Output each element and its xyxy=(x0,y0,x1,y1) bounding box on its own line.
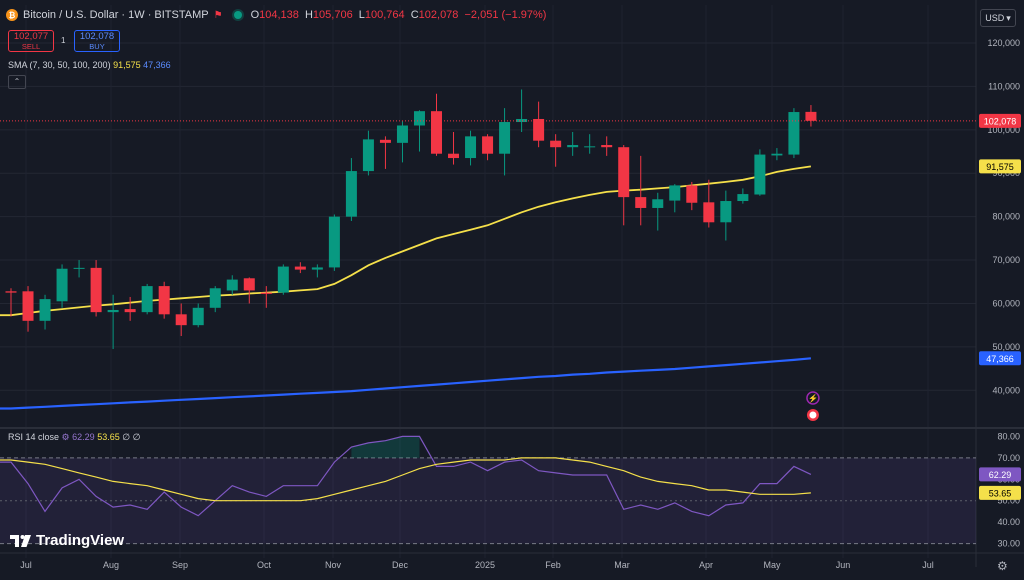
candle-down xyxy=(431,111,442,154)
sma-long-line xyxy=(0,357,812,410)
price-tick-label: 40,000 xyxy=(992,385,1020,395)
ohlc-values: O104,138 H105,706 L100,764 C102,078 −2,0… xyxy=(250,9,547,21)
price-tick-label: 110,000 xyxy=(988,81,1020,91)
price-change: −2,051 (−1.97%) xyxy=(464,9,547,21)
collapse-legend-button[interactable]: ⌃ xyxy=(8,75,26,89)
rsi-tick-label: 40.00 xyxy=(997,517,1020,527)
candle-up xyxy=(311,267,323,270)
rsi-tick-label: 80.00 xyxy=(997,431,1020,441)
candle-up xyxy=(107,309,119,313)
price-tick-label: 70,000 xyxy=(992,255,1020,265)
flag-icon[interactable]: ⚑ xyxy=(214,10,223,21)
candle-up xyxy=(362,139,374,172)
candle-up xyxy=(567,145,579,148)
tradingview-logo: TradingView xyxy=(10,532,124,549)
rsi-overbought-fill xyxy=(351,436,420,458)
candle-up xyxy=(754,154,766,195)
symbol-title[interactable]: Bitcoin / U.S. Dollar · 1W · BITSTAMP xyxy=(23,9,209,21)
rsi-tick-label: 70.00 xyxy=(997,453,1020,463)
candle-down xyxy=(550,140,562,148)
candle-down xyxy=(533,118,545,141)
candle-up xyxy=(73,267,85,269)
candle-down xyxy=(124,309,136,313)
last-price-tag: 102,078 xyxy=(984,116,1017,126)
rsi-tick-label: 30.00 xyxy=(997,539,1020,549)
price-chart[interactable]: 120,000110,000100,00090,00080,00070,0006… xyxy=(0,0,1024,580)
candle-up xyxy=(277,266,289,293)
candle-down xyxy=(686,185,698,203)
candle-down xyxy=(448,153,460,159)
candle-down xyxy=(5,291,17,293)
price-tick-label: 50,000 xyxy=(992,342,1020,352)
candle-down xyxy=(260,292,272,294)
time-tick-label: May xyxy=(763,560,781,570)
time-tick-label: Jun xyxy=(836,560,851,570)
time-tick-label: Dec xyxy=(392,560,409,570)
chevron-down-icon: ▾ xyxy=(1006,12,1011,23)
sma-long-tag: 47,366 xyxy=(986,354,1014,364)
candle-up xyxy=(771,153,783,156)
candle-up xyxy=(56,268,68,302)
rsi-settings-icon: ⚙ xyxy=(61,432,70,442)
sma-legend[interactable]: SMA (7, 30, 50, 100, 200) 91,575 47,366 xyxy=(8,60,171,70)
candle-down xyxy=(294,266,306,270)
candle-up xyxy=(669,185,681,201)
time-tick-label: Sep xyxy=(172,560,188,570)
candle-down xyxy=(22,291,34,321)
lightning-glyph: ⚡ xyxy=(808,393,818,403)
spread-value: 1 xyxy=(61,36,66,45)
candle-up xyxy=(209,288,221,308)
candle-down xyxy=(158,286,170,315)
candle-up xyxy=(720,201,732,223)
time-tick-label: 2025 xyxy=(475,560,495,570)
time-tick-label: Jul xyxy=(922,560,934,570)
candle-down xyxy=(243,278,255,291)
time-tick-label: Feb xyxy=(545,560,561,570)
candle-down xyxy=(635,197,647,208)
candle-down xyxy=(379,139,391,143)
candle-up xyxy=(345,171,357,217)
candle-down xyxy=(90,267,102,313)
time-tick-label: Jul xyxy=(20,560,32,570)
time-tick-label: Mar xyxy=(614,560,630,570)
time-tick-label: Aug xyxy=(103,560,119,570)
candle-up xyxy=(788,112,800,155)
candle-up xyxy=(465,136,477,159)
candle-up xyxy=(141,286,153,313)
rsi-ma-tag: 53.65 xyxy=(989,488,1012,498)
candle-up xyxy=(396,125,408,143)
candle-down xyxy=(618,147,630,198)
event-earnings-dot xyxy=(809,411,817,419)
candle-down xyxy=(601,145,613,148)
candle-up xyxy=(499,122,511,154)
chart-legend: ₿ Bitcoin / U.S. Dollar · 1W · BITSTAMP … xyxy=(6,6,549,24)
candle-down xyxy=(175,314,187,326)
time-tick-label: Oct xyxy=(257,560,272,570)
candle-up xyxy=(413,111,425,126)
candle-up xyxy=(652,199,664,208)
buy-button[interactable]: 102,078 BUY xyxy=(74,30,120,52)
candle-up xyxy=(737,194,749,202)
price-tick-label: 60,000 xyxy=(992,298,1020,308)
candle-down xyxy=(703,202,715,223)
settings-gear-icon[interactable]: ⚙ xyxy=(997,559,1008,573)
market-open-icon xyxy=(233,11,242,19)
currency-selector[interactable]: USD ▾ xyxy=(980,9,1016,27)
candle-down xyxy=(482,136,494,154)
time-tick-label: Apr xyxy=(699,560,713,570)
sma-short-tag: 91,575 xyxy=(986,162,1014,172)
candle-down xyxy=(805,111,817,121)
rsi-tag: 62.29 xyxy=(989,470,1012,480)
sell-button[interactable]: 102,077 SELL xyxy=(8,30,54,52)
candle-up xyxy=(328,216,340,268)
price-tick-label: 80,000 xyxy=(992,212,1020,222)
bitcoin-icon: ₿ xyxy=(6,9,18,21)
price-tick-label: 120,000 xyxy=(987,38,1020,48)
rsi-legend[interactable]: RSI 14 close ⚙ 62.29 53.65 ∅ ∅ xyxy=(8,432,140,443)
candle-up xyxy=(226,279,238,291)
time-tick-label: Nov xyxy=(325,560,342,570)
candle-up xyxy=(192,307,204,326)
candle-up xyxy=(39,299,51,321)
candle-up xyxy=(584,146,596,148)
